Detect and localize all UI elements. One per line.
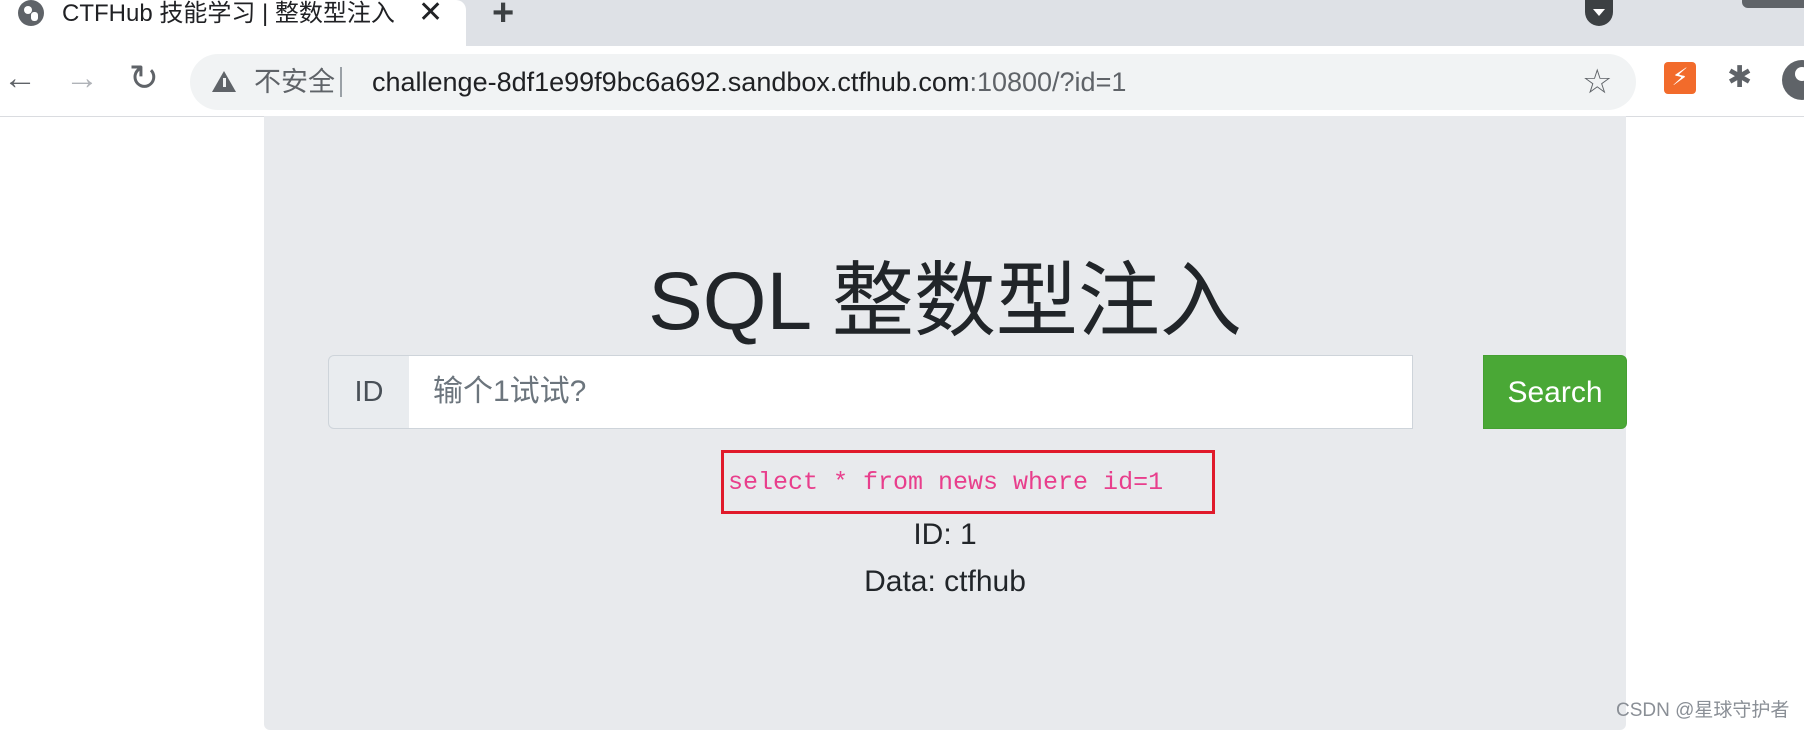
puzzle-icon[interactable]: ✱ bbox=[1727, 61, 1752, 95]
url-text[interactable]: challenge-8df1e99f9bc6a692.sandbox.ctfhu… bbox=[372, 66, 1126, 98]
search-button[interactable]: Search bbox=[1483, 355, 1627, 429]
tab-title: CTFHub 技能学习 | 整数型注入 bbox=[62, 0, 395, 27]
url-path: :10800/?id=1 bbox=[969, 67, 1127, 97]
search-form: ID Search bbox=[328, 355, 1627, 429]
browser-toolbar: ← → ↻ 不安全 challenge-8df1e99f9bc6a692.san… bbox=[0, 46, 1804, 117]
id-prepend-label: ID bbox=[328, 355, 410, 429]
url-divider bbox=[340, 67, 342, 97]
tab-strip: CTFHub 技能学习 | 整数型注入 ✕ + bbox=[0, 0, 1804, 46]
url-host: challenge-8df1e99f9bc6a692.sandbox.ctfhu… bbox=[372, 67, 970, 97]
address-bar[interactable]: 不安全 challenge-8df1e99f9bc6a692.sandbox.c… bbox=[190, 54, 1636, 110]
extension-icon[interactable]: ⚡ bbox=[1664, 62, 1696, 94]
forward-arrow-icon[interactable]: → bbox=[62, 58, 102, 98]
globe-icon bbox=[18, 0, 44, 26]
id-input[interactable] bbox=[409, 355, 1413, 429]
close-icon[interactable]: ✕ bbox=[418, 0, 443, 28]
query-highlight-box: select * from news where id=1 bbox=[721, 450, 1215, 514]
back-arrow-icon[interactable]: ← bbox=[0, 58, 40, 98]
plus-icon[interactable]: + bbox=[492, 0, 514, 32]
browser-tab[interactable]: CTFHub 技能学习 | 整数型注入 ✕ bbox=[0, 0, 466, 46]
window-control[interactable] bbox=[1742, 0, 1804, 8]
sql-query: select * from news where id=1 bbox=[728, 468, 1164, 497]
result-data: Data: ctfhub bbox=[864, 565, 1026, 598]
jumbotron: SQL 整数型注入 ID Search select * from news w… bbox=[264, 116, 1627, 730]
tab-search-icon[interactable] bbox=[1585, 0, 1613, 26]
reload-icon[interactable]: ↻ bbox=[124, 58, 164, 98]
security-label[interactable]: 不安全 bbox=[254, 66, 335, 98]
page-title: SQL 整数型注入 bbox=[648, 256, 1242, 347]
watermark: CSDN @星球守护者 bbox=[1616, 700, 1790, 721]
warning-icon[interactable] bbox=[212, 71, 236, 92]
result-id: ID: 1 bbox=[913, 518, 977, 551]
star-icon[interactable]: ☆ bbox=[1582, 63, 1612, 101]
